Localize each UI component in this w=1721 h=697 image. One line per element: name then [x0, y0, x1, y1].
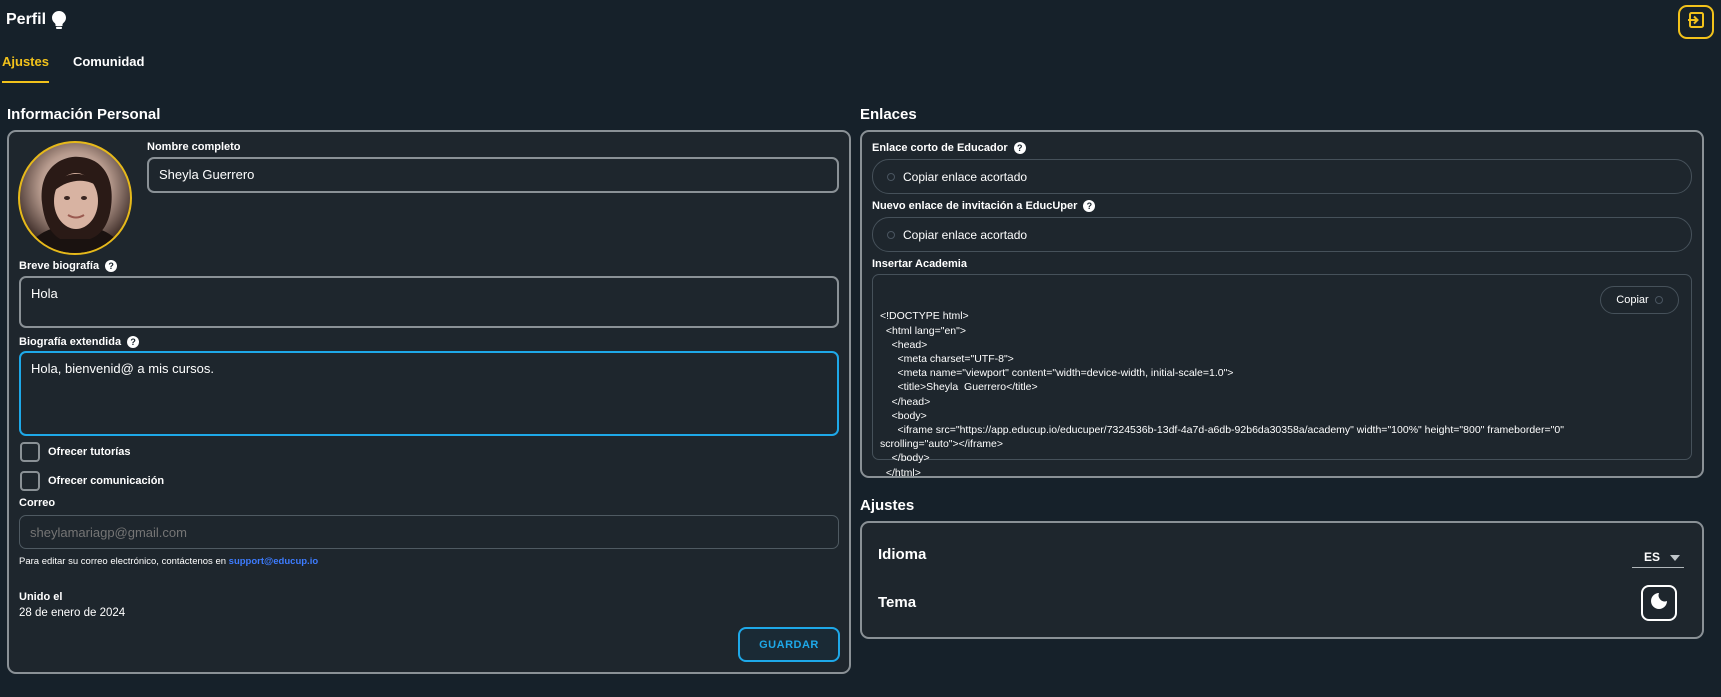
page-title: Perfil — [6, 11, 67, 29]
lightbulb-icon — [52, 11, 67, 29]
invite-link-label: Nuevo enlace de invitación a EducUper ? — [872, 200, 1096, 212]
tab-bar: Ajustes Comunidad — [2, 54, 144, 83]
embed-code: <!DOCTYPE html> <html lang="en"> <head> … — [880, 310, 1564, 479]
settings-section-title: Ajustes — [860, 497, 915, 514]
links-section-title: Enlaces — [860, 106, 917, 123]
educator-link-label: Enlace corto de Educador ? — [872, 142, 1026, 154]
help-icon[interactable]: ? — [1013, 142, 1026, 154]
invite-copy-label: Copiar enlace acortado — [903, 227, 1028, 242]
personal-section-title: Información Personal — [7, 106, 161, 123]
copy-icon — [887, 230, 895, 239]
educator-copy-label: Copiar enlace acortado — [903, 169, 1028, 184]
joined-label: Unido el — [19, 591, 63, 603]
email-note-text: Para editar su correo electrónico, contá… — [19, 556, 229, 567]
language-value: ES — [1644, 549, 1661, 564]
help-icon[interactable]: ? — [105, 260, 118, 272]
language-label: Idioma — [878, 546, 927, 563]
email-note: Para editar su correo electrónico, contá… — [19, 556, 318, 567]
long-bio-input[interactable]: Hola, bienvenid@ a mis cursos. — [19, 351, 839, 436]
help-icon[interactable]: ? — [127, 336, 140, 348]
short-bio-label-text: Breve biografía — [19, 260, 100, 272]
copy-icon — [1654, 296, 1663, 304]
long-bio-label-text: Biografía extendida — [19, 336, 122, 348]
tab-ajustes[interactable]: Ajustes — [2, 54, 49, 83]
joined-date: 28 de enero de 2024 — [19, 607, 126, 619]
theme-label: Tema — [878, 594, 917, 611]
logout-button[interactable] — [1678, 5, 1714, 39]
email-label: Correo — [19, 497, 56, 509]
offer-communication-label: Ofrecer comunicación — [48, 475, 165, 487]
chevron-down-icon — [1670, 550, 1680, 564]
tab-comunidad[interactable]: Comunidad — [73, 54, 145, 83]
help-icon[interactable]: ? — [1083, 200, 1096, 212]
offer-tutoring-label: Ofrecer tutorías — [48, 446, 131, 458]
copy-icon — [887, 172, 895, 181]
support-email-link[interactable]: support@educup.io — [229, 556, 318, 567]
theme-toggle[interactable] — [1641, 585, 1677, 621]
fullname-input[interactable]: Sheyla Guerrero — [147, 157, 839, 193]
copy-button-label: Copiar — [1616, 294, 1649, 306]
long-bio-label: Biografía extendida ? — [19, 336, 140, 348]
email-field[interactable] — [19, 515, 839, 549]
fullname-label: Nombre completo — [147, 141, 241, 153]
copy-button[interactable]: Copiar — [1600, 286, 1679, 314]
invite-link-label-text: Nuevo enlace de invitación a EducUper — [872, 200, 1078, 212]
embed-code-box[interactable]: <!DOCTYPE html> <html lang="en"> <head> … — [872, 274, 1692, 479]
avatar[interactable] — [18, 141, 132, 255]
offer-tutoring-checkbox[interactable] — [20, 442, 40, 462]
settings-panel — [860, 521, 1704, 639]
moon-icon — [1650, 592, 1668, 615]
short-bio-input[interactable]: Hola — [19, 276, 839, 328]
educator-copy-link[interactable]: Copiar enlace acortado — [872, 159, 1692, 194]
embed-label: Insertar Academia — [872, 258, 967, 270]
educator-link-label-text: Enlace corto de Educador — [872, 142, 1008, 154]
language-select[interactable]: ES — [1632, 546, 1684, 568]
invite-copy-link[interactable]: Copiar enlace acortado — [872, 217, 1692, 252]
page-title-text: Perfil — [6, 11, 47, 28]
short-bio-label: Breve biografía ? — [19, 260, 118, 272]
save-button[interactable]: GUARDAR — [738, 627, 840, 662]
logout-icon — [1687, 11, 1705, 34]
offer-communication-checkbox[interactable] — [20, 471, 40, 491]
